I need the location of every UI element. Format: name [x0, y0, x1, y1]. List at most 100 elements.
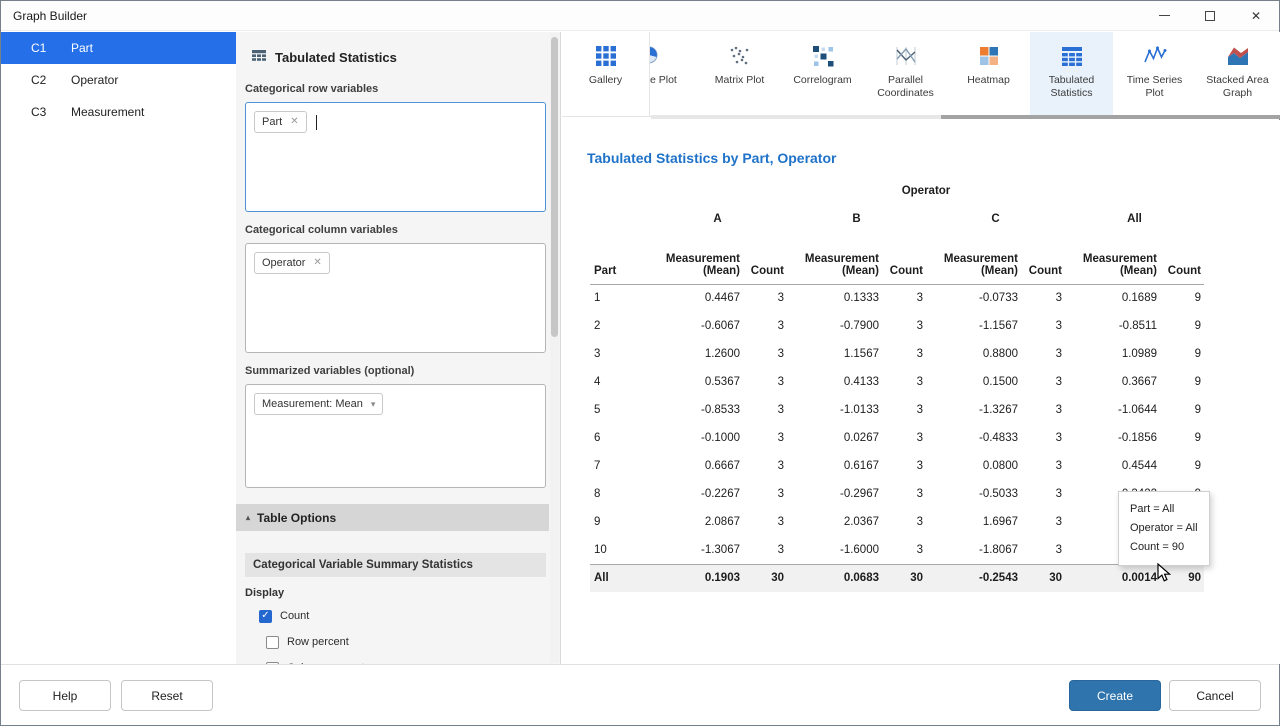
reset-button[interactable]: Reset: [121, 680, 213, 711]
measurement-mean-cell: -1.0644: [1065, 396, 1157, 424]
variable-chip-part[interactable]: Part ✕: [254, 111, 307, 133]
column-id: C3: [1, 105, 71, 119]
operator-header-row: Operator: [590, 178, 1204, 204]
chip-label: Operator: [262, 257, 305, 269]
graph-builder-window: Graph Builder ✕ C1 Part C2 Operator C3 M…: [0, 0, 1280, 726]
operator-group-header: Operator: [648, 178, 1204, 204]
count-cell: 3: [740, 452, 787, 480]
checkbox-row-percent[interactable]: Row percent: [266, 632, 546, 652]
parallel-coordinates-icon: [894, 43, 918, 69]
measurement-mean-cell: 0.8800: [926, 340, 1018, 368]
checkbox-count[interactable]: Count: [259, 606, 546, 626]
measurement-mean-cell: 1.1567: [787, 340, 879, 368]
variable-chip-operator[interactable]: Operator ✕: [254, 252, 330, 274]
column-item-operator[interactable]: C2 Operator: [1, 64, 236, 96]
count-cell: 3: [1018, 396, 1065, 424]
builder-title: Tabulated Statistics: [275, 50, 397, 65]
part-cell: 5: [590, 396, 648, 424]
builder-scrollbar[interactable]: [550, 33, 559, 663]
measurement-mean-cell: 0.1903: [648, 564, 740, 592]
count-cell: 3: [879, 424, 926, 452]
table-row: 92.086732.036731.696731.94009: [590, 508, 1204, 536]
gallery-item-parallel-coordinates[interactable]: Parallel Coordinates: [864, 32, 947, 116]
chip-label: Measurement: Mean: [262, 398, 363, 410]
checkbox-icon: [266, 636, 279, 649]
gallery-item-label: Tabulated Statistics: [1036, 74, 1108, 100]
column-item-part[interactable]: C1 Part: [1, 32, 236, 64]
count-cell: 3: [1018, 480, 1065, 508]
column-id: C1: [1, 41, 71, 55]
table-options-header[interactable]: ▴ Table Options: [236, 504, 549, 531]
close-icon: ✕: [1251, 9, 1261, 23]
part-header: Part: [590, 234, 648, 284]
categorical-column-variables-input[interactable]: Operator ✕: [245, 243, 546, 353]
remove-chip-icon[interactable]: ✕: [313, 258, 321, 268]
builder-panel: Tabulated Statistics Categorical row var…: [236, 32, 561, 664]
checkbox-label: Count: [280, 610, 309, 622]
measurement-mean-cell: 1.2600: [648, 340, 740, 368]
count-cell: 3: [740, 312, 787, 340]
measurement-mean-cell: -0.5033: [926, 480, 1018, 508]
gallery-item-time-series-plot[interactable]: Time Series Plot: [1113, 32, 1196, 116]
categorical-row-variables-label: Categorical row variables: [245, 83, 546, 95]
maximize-icon: [1205, 11, 1215, 21]
chip-label: Part: [262, 116, 282, 128]
tabulated-statistics-icon: [251, 48, 267, 67]
count-cell: 3: [1018, 368, 1065, 396]
count-cell: 3: [879, 536, 926, 564]
count-cell: 3: [879, 368, 926, 396]
part-cell: 3: [590, 340, 648, 368]
count-cell: 3: [879, 284, 926, 312]
measurement-mean-cell: 0.4133: [787, 368, 879, 396]
measurement-mean-cell: -1.3067: [648, 536, 740, 564]
count-cell: 3: [879, 508, 926, 536]
count-header: Count: [1018, 234, 1065, 284]
gallery-item-plot-partial[interactable]: e Plot: [650, 32, 698, 116]
measurement-mean-cell: -0.1856: [1065, 424, 1157, 452]
gallery-item-stacked-area-graph[interactable]: Stacked Area Graph: [1196, 32, 1279, 116]
gallery-item-heatmap[interactable]: Heatmap: [947, 32, 1030, 116]
close-button[interactable]: ✕: [1233, 1, 1279, 30]
scrollbar-thumb[interactable]: [941, 115, 1280, 119]
gallery-item-tabulated-statistics[interactable]: Tabulated Statistics: [1030, 32, 1113, 116]
count-cell: 9: [1157, 424, 1204, 452]
part-cell: 10: [590, 536, 648, 564]
chevron-down-icon[interactable]: ▾: [371, 400, 376, 409]
count-cell: 3: [1018, 508, 1065, 536]
gallery-item-label: Gallery: [570, 74, 642, 87]
gallery-item-label: Parallel Coordinates: [870, 74, 942, 100]
measurement-mean-cell: 0.0267: [787, 424, 879, 452]
measurement-mean-cell: 0.1500: [926, 368, 1018, 396]
maximize-button[interactable]: [1187, 1, 1233, 30]
gallery-item-matrix-plot[interactable]: Matrix Plot: [698, 32, 781, 116]
gallery-item-label: e Plot: [650, 74, 696, 87]
create-button[interactable]: Create: [1069, 680, 1161, 711]
column-item-measurement[interactable]: C3 Measurement: [1, 96, 236, 128]
categorical-row-variables-input[interactable]: Part ✕: [245, 102, 546, 212]
count-cell: 3: [740, 536, 787, 564]
help-button[interactable]: Help: [19, 680, 111, 711]
measurement-mean-cell: 0.0800: [926, 452, 1018, 480]
table-row: 10-1.30673-1.60003-1.80673-1.57119: [590, 536, 1204, 564]
cancel-button[interactable]: Cancel: [1169, 680, 1261, 711]
minimize-button[interactable]: [1141, 1, 1187, 30]
measurement-mean-cell: -1.1567: [926, 312, 1018, 340]
part-cell: 8: [590, 480, 648, 508]
table-row: 31.260031.156730.880031.09899: [590, 340, 1204, 368]
matrix-plot-icon: [728, 43, 752, 69]
remove-chip-icon[interactable]: ✕: [290, 117, 298, 127]
measurement-mean-cell: -0.1000: [648, 424, 740, 452]
checkbox-icon: [259, 610, 272, 623]
measurement-mean-cell: 1.0989: [1065, 340, 1157, 368]
measurement-mean-cell: -0.4833: [926, 424, 1018, 452]
variable-chip-measurement-mean[interactable]: Measurement: Mean ▾: [254, 393, 383, 415]
mouse-cursor: [1156, 563, 1173, 587]
count-cell: 9: [1157, 312, 1204, 340]
gallery-scrollbar[interactable]: [651, 115, 1280, 119]
summarized-variables-label: Summarized variables (optional): [245, 365, 546, 377]
gallery-button[interactable]: Gallery: [562, 32, 650, 116]
scrollbar-thumb[interactable]: [551, 37, 558, 337]
gallery-item-correlogram[interactable]: Correlogram: [781, 32, 864, 116]
summarized-variables-input[interactable]: Measurement: Mean ▾: [245, 384, 546, 488]
gallery-grid-icon: [594, 43, 618, 69]
